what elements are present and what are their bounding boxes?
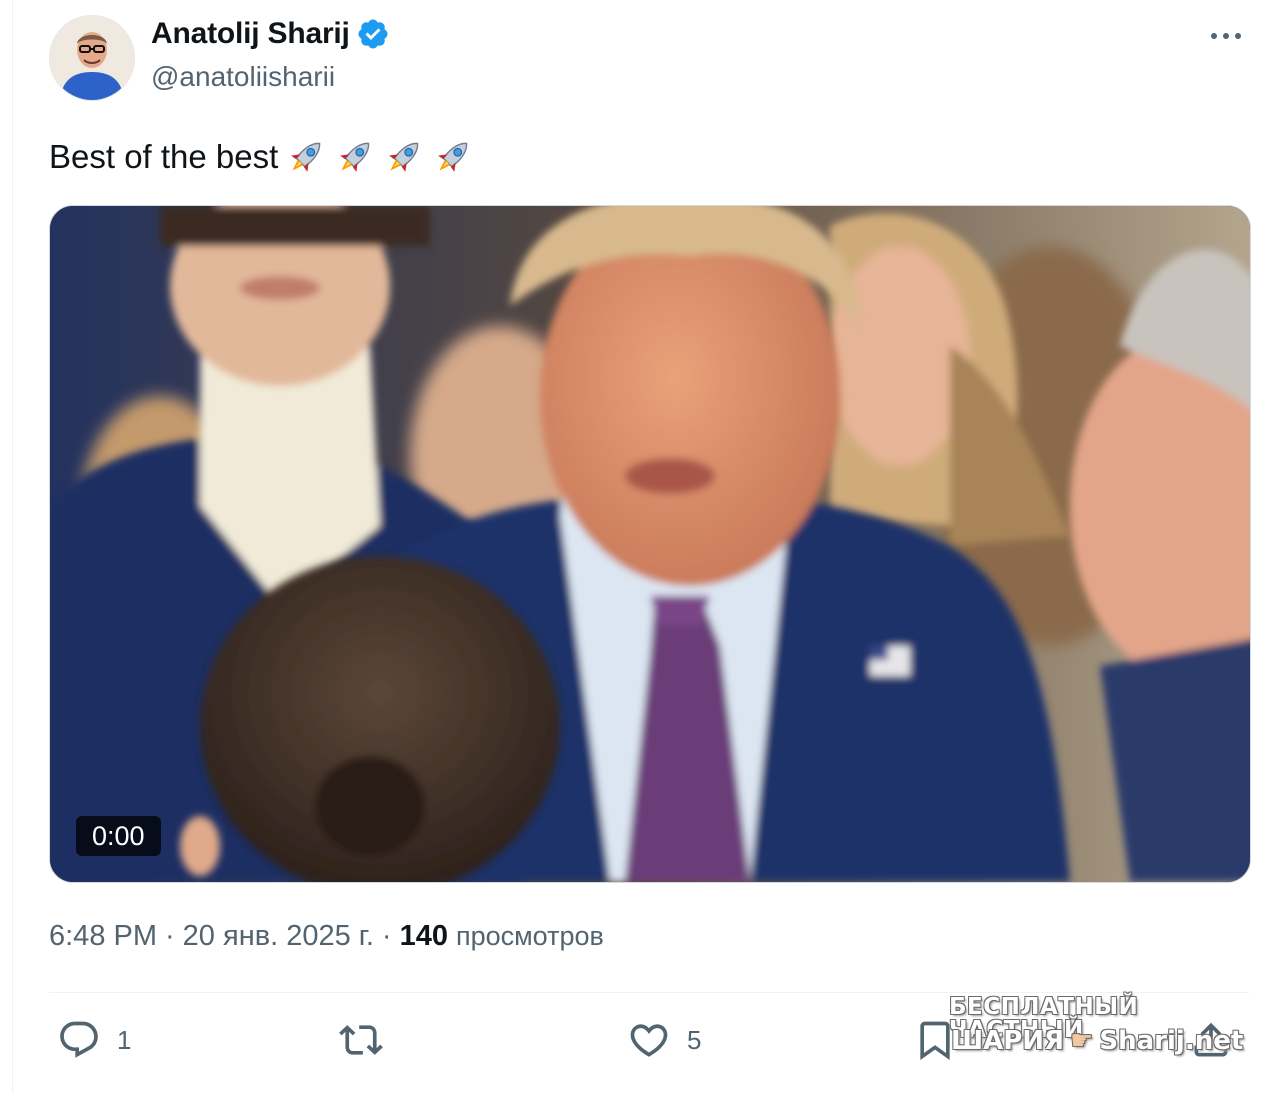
heart-icon: [630, 1024, 668, 1057]
more-options-button[interactable]: [1203, 21, 1249, 51]
like-button[interactable]: 5: [627, 1018, 701, 1062]
avatar-portrait-icon: [50, 16, 134, 100]
retweet-button[interactable]: [339, 1018, 399, 1062]
watermark-line2-left: ШАРИЯ: [951, 1026, 1065, 1056]
rocket-emoji-group: [280, 134, 476, 180]
rocket-icon: [438, 142, 468, 172]
name-row: Anatolij Sharij: [151, 17, 390, 51]
reply-count: 1: [117, 1024, 132, 1055]
rocket-icon: [340, 142, 370, 172]
retweet-icon: [339, 1025, 383, 1055]
more-dot-icon: [1211, 33, 1217, 39]
views-label: просмотров: [455, 921, 604, 951]
like-count: 5: [687, 1024, 702, 1055]
video-duration-badge: 0:00: [76, 816, 161, 856]
display-name[interactable]: Anatolij Sharij: [151, 17, 350, 51]
avatar[interactable]: [49, 15, 135, 101]
reply-icon: [60, 1021, 98, 1058]
left-border: [12, 0, 13, 1093]
verified-badge-icon: [358, 19, 388, 49]
watermark: БЕСПЛАТНЫЙ ЧАСТНЫЙ ШАРИЯ ☛ Sharij.net: [945, 992, 1250, 1070]
reply-button[interactable]: 1: [57, 1018, 131, 1062]
tweet-meta: 6:48 PM · 20 янв. 2025 г. · 140 просмотр…: [49, 920, 604, 953]
tweet-time[interactable]: 6:48 PM: [49, 920, 157, 953]
video-player[interactable]: 0:00: [49, 205, 1251, 883]
rocket-icon: [389, 142, 419, 172]
author-handle[interactable]: @anatoliisharii: [151, 61, 335, 93]
rocket-icon: [291, 142, 321, 172]
tweet-header: Anatolij Sharij @anatoliisharii: [49, 15, 1259, 105]
watermark-line2-right: Sharij.net: [1099, 1026, 1244, 1056]
meta-separator: ·: [165, 920, 175, 952]
views-count: 140: [399, 920, 448, 952]
video-frame: [50, 206, 1250, 882]
more-dot-icon: [1223, 33, 1229, 39]
tweet-text: Best of the best: [49, 134, 476, 180]
pointing-hand-icon: ☛: [1070, 1026, 1094, 1056]
meta-separator: ·: [381, 920, 392, 952]
watermark-line2: ШАРИЯ ☛ Sharij.net: [951, 1028, 1243, 1054]
more-dot-icon: [1235, 33, 1241, 39]
tweet-date[interactable]: 20 янв. 2025 г.: [183, 920, 374, 953]
tweet-text-content: Best of the best: [49, 138, 279, 175]
